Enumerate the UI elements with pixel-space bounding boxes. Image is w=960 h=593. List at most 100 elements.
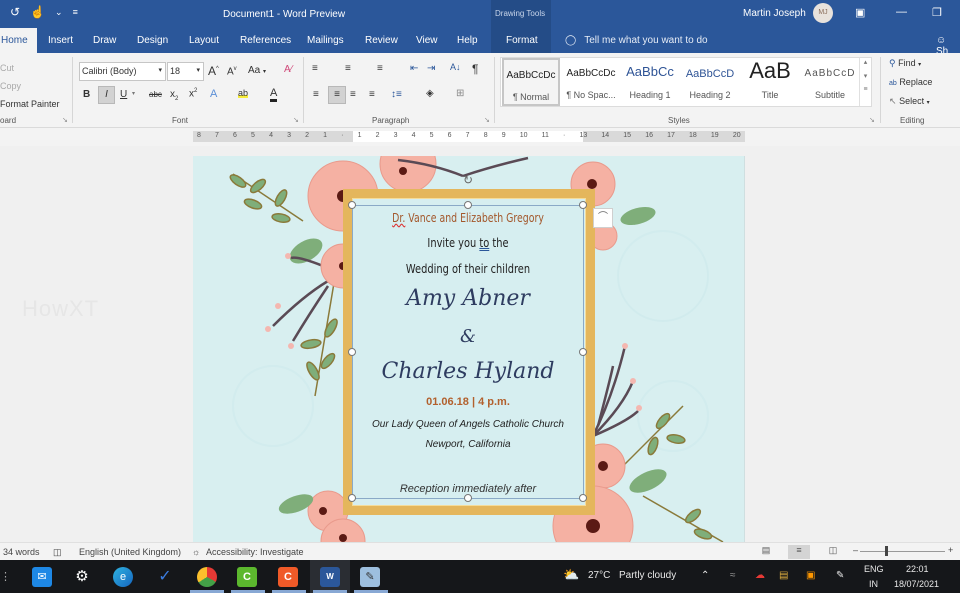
edge-icon[interactable]: e [113, 567, 133, 587]
rotate-handle-icon[interactable]: ↻ [463, 173, 473, 187]
resize-handle-bottom-left[interactable] [348, 494, 356, 502]
wifi-icon[interactable]: ≈ [730, 570, 736, 581]
layout-options-icon[interactable]: ⌒ [593, 208, 613, 228]
text-effects-icon[interactable]: A [210, 88, 217, 100]
task-view-icon[interactable]: ⋮ [0, 567, 11, 587]
zoom-out-icon[interactable]: – [853, 545, 858, 555]
invitation-date[interactable]: 01.06.18 | 4 p.m. [352, 396, 584, 408]
input-language-top[interactable]: ENG [864, 564, 884, 574]
tab-draw[interactable]: Draw [93, 35, 116, 46]
zoom-in-icon[interactable]: + [948, 545, 953, 555]
align-right-icon[interactable]: ≡ [350, 89, 356, 100]
mail-icon[interactable]: ✉ [32, 567, 52, 587]
proofing-icon[interactable]: ◫ [53, 547, 62, 558]
style-title[interactable]: AaB Title [741, 58, 799, 106]
weather-condition[interactable]: Partly cloudy [619, 570, 676, 581]
style-normal[interactable]: AaBbCcDc ¶ Normal [502, 58, 560, 106]
clipboard-dialog-launcher-icon[interactable]: ↘ [62, 116, 68, 124]
numbering-icon[interactable]: ≡ [345, 63, 351, 74]
resize-handle-top-left[interactable] [348, 201, 356, 209]
justify-icon[interactable]: ≡ [369, 89, 375, 100]
word-count[interactable]: 34 words [3, 547, 40, 557]
tab-insert[interactable]: Insert [48, 35, 73, 46]
tab-home[interactable]: Home [0, 28, 37, 53]
pen-icon[interactable]: ✎ [836, 570, 844, 581]
font-name-dropdown[interactable]: Calibri (Body) ▾ [79, 62, 166, 81]
clear-formatting-icon[interactable]: A∕ [284, 64, 292, 75]
tab-review[interactable]: Review [365, 35, 398, 46]
touch-mode-icon[interactable]: ☝ [30, 5, 45, 19]
tab-design[interactable]: Design [137, 35, 168, 46]
superscript-button[interactable]: x2 [189, 88, 197, 99]
line-spacing-icon[interactable]: ↕≡ [391, 89, 402, 100]
styles-dialog-launcher-icon[interactable]: ↘ [869, 116, 875, 124]
ribbon-display-options-icon[interactable]: ▣ [855, 6, 865, 19]
todo-icon[interactable]: ✓ [155, 567, 175, 587]
copy-button[interactable]: Copy [0, 81, 21, 91]
invitation-ampersand[interactable]: & [352, 326, 584, 347]
resize-handle-top-right[interactable] [579, 201, 587, 209]
accessibility-status[interactable]: Accessibility: Investigate [206, 547, 304, 557]
style-heading-2[interactable]: AaBbCcD Heading 2 [681, 58, 739, 106]
tab-view[interactable]: View [416, 35, 438, 46]
input-language-bottom[interactable]: IN [869, 579, 878, 589]
avatar[interactable]: MJ [813, 3, 833, 23]
word-icon[interactable]: W [320, 567, 340, 587]
tab-layout[interactable]: Layout [189, 35, 219, 46]
paragraph-dialog-launcher-icon[interactable]: ↘ [484, 116, 490, 124]
network-warning-icon[interactable]: ▤ [779, 570, 788, 581]
resize-handle-left[interactable] [348, 348, 356, 356]
invitation-invite-line[interactable]: Invite you to the [373, 236, 563, 250]
show-hidden-icons-chevron-icon[interactable]: ⌃ [701, 570, 709, 581]
tab-references[interactable]: References [240, 35, 291, 46]
subscript-button[interactable]: x2 [170, 89, 178, 102]
print-layout-icon[interactable]: ≡ [788, 545, 810, 559]
align-center-icon[interactable]: ≡ [328, 86, 346, 104]
resize-handle-top[interactable] [464, 201, 472, 209]
font-color-icon[interactable]: A [270, 87, 278, 102]
invitation-reception[interactable]: Reception immediately after [352, 483, 584, 495]
scroll-up-icon[interactable]: ▴ [860, 58, 871, 66]
bullets-icon[interactable]: ≡ [312, 63, 318, 74]
restore-icon[interactable]: ❐ [932, 6, 942, 19]
styles-scroll[interactable]: ▴ ▾ ≡ [859, 58, 871, 106]
multilevel-list-icon[interactable]: ≡ [377, 63, 383, 74]
highlight-color-icon[interactable]: ab [238, 88, 249, 98]
italic-button[interactable]: I [98, 86, 115, 104]
bold-button[interactable]: B [83, 89, 90, 100]
invitation-city[interactable]: Newport, California [352, 439, 584, 450]
tab-format[interactable]: Format [491, 28, 551, 53]
read-mode-icon[interactable]: ▤ [755, 545, 777, 559]
style-subtitle[interactable]: AaBbCcD Subtitle [801, 58, 859, 106]
show-formatting-marks-icon[interactable]: ¶ [472, 62, 478, 76]
styles-more-icon[interactable]: ≡ [860, 86, 871, 93]
invitation-hosts[interactable]: Dr. Vance and Elizabeth Gregory [378, 211, 559, 225]
cut-button[interactable]: Cut [0, 63, 14, 73]
shrink-font-icon[interactable]: Av [227, 66, 237, 77]
format-painter-button[interactable]: Format Painter [0, 99, 60, 109]
weather-temperature[interactable]: 27°C [588, 570, 610, 581]
zoom-slider-thumb[interactable] [885, 546, 888, 556]
security-icon[interactable]: ▣ [806, 570, 815, 581]
scroll-down-icon[interactable]: ▾ [860, 72, 871, 80]
find-button[interactable]: ⚲ Find ▾ [889, 58, 921, 69]
camtasia-icon[interactable]: C [237, 567, 257, 587]
chrome-icon[interactable] [197, 567, 217, 587]
notepad-icon[interactable]: ✎ [360, 567, 380, 587]
change-case-button[interactable]: Aa ▾ [248, 65, 266, 76]
invitation-wedding-line[interactable]: Wedding of their children [373, 262, 563, 276]
weather-icon[interactable]: ⛅ [563, 567, 579, 583]
customize-qat-icon[interactable]: ≡ [73, 7, 78, 17]
borders-icon[interactable]: ⊞ [456, 88, 464, 99]
resize-handle-bottom[interactable] [464, 494, 472, 502]
horizontal-ruler[interactable]: 8 7 6 5 4 3 2 1 · 1 2 3 4 5 6 7 8 9 10 11 · 13 14 15 16 17 18 19 20 [193, 131, 745, 142]
settings-icon[interactable]: ⚙ [72, 567, 92, 587]
replace-button[interactable]: ab Replace [889, 77, 932, 87]
language-indicator[interactable]: English (United Kingdom) [79, 547, 181, 557]
onedrive-error-icon[interactable]: ☁ [755, 570, 765, 581]
decrease-indent-icon[interactable]: ⇤ [410, 63, 418, 74]
undo-icon[interactable]: ↺ [10, 5, 20, 19]
zoom-slider[interactable] [860, 551, 945, 552]
underline-options-icon[interactable]: ▾ [132, 90, 135, 97]
select-button[interactable]: ↖ Select ▾ [889, 96, 930, 107]
